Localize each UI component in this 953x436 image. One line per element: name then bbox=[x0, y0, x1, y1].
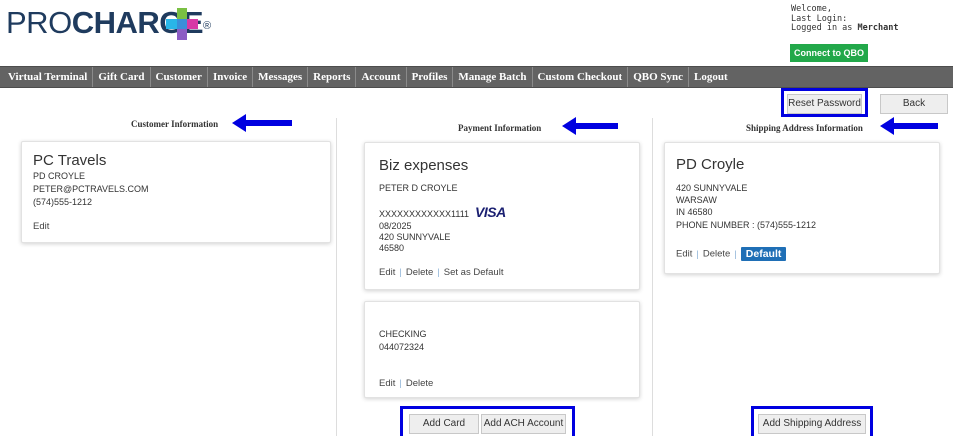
separator: | bbox=[734, 248, 737, 260]
customer-actions: Edit bbox=[33, 221, 49, 232]
nav-logout[interactable]: Logout bbox=[689, 67, 733, 87]
shipping-actions: Edit | Delete | Default bbox=[676, 247, 787, 261]
shipping-street: 420 SUNNYVALE bbox=[676, 183, 748, 193]
card-actions: Edit | Delete | Set as Default bbox=[379, 267, 503, 278]
logged-in-text: Logged in as Merchant bbox=[791, 23, 899, 34]
back-button[interactable]: Back bbox=[880, 94, 948, 114]
card-nickname: Biz expenses bbox=[379, 157, 469, 174]
default-badge: Default bbox=[740, 247, 787, 261]
add-card-button[interactable]: Add Card bbox=[409, 414, 479, 434]
add-ach-account-button[interactable]: Add ACH Account bbox=[481, 414, 566, 434]
arrow-left-icon bbox=[232, 114, 292, 132]
card-billing-zip: 46580 bbox=[379, 243, 405, 253]
main-nav: Virtual Terminal Gift Card Customer Invo… bbox=[0, 66, 953, 88]
shipping-edit-link[interactable]: Edit bbox=[676, 249, 692, 260]
nav-virtual-terminal[interactable]: Virtual Terminal bbox=[3, 67, 94, 87]
nav-reports[interactable]: Reports bbox=[308, 67, 357, 87]
customer-company-name: PC Travels bbox=[33, 152, 107, 169]
shipping-state-zip: IN 46580 bbox=[676, 207, 713, 217]
ach-actions: Edit | Delete bbox=[379, 378, 433, 389]
customer-contact-name: PD CROYLE bbox=[33, 171, 86, 181]
logo-registered-mark: ® bbox=[203, 20, 211, 32]
logged-in-user: Merchant bbox=[857, 23, 899, 33]
card-number: XXXXXXXXXXXX1111 bbox=[379, 209, 470, 219]
connect-to-qbo-button[interactable]: Connect to QBO bbox=[790, 44, 868, 62]
add-shipping-address-button[interactable]: Add Shipping Address bbox=[758, 414, 866, 434]
reset-password-button[interactable]: Reset Password bbox=[787, 94, 862, 114]
customer-edit-link[interactable]: Edit bbox=[33, 221, 49, 232]
separator: | bbox=[437, 267, 440, 278]
logo-plus-icon bbox=[166, 8, 198, 40]
shipping-contact-name: PD Croyle bbox=[676, 156, 745, 173]
nav-custom-checkout[interactable]: Custom Checkout bbox=[533, 67, 629, 87]
ach-delete-link[interactable]: Delete bbox=[406, 378, 433, 389]
welcome-panel: Welcome, Last Login: Logged in as Mercha… bbox=[791, 4, 899, 34]
arrow-left-icon bbox=[562, 117, 618, 135]
shipping-city: WARSAW bbox=[676, 195, 717, 205]
customer-phone: (574)555-1212 bbox=[33, 197, 93, 207]
card-expiry: 08/2025 bbox=[379, 221, 412, 231]
logged-in-label: Logged in as bbox=[791, 23, 853, 33]
nav-account[interactable]: Account bbox=[356, 67, 407, 87]
card-holder-name: PETER D CROYLE bbox=[379, 183, 458, 193]
ach-routing-number: 044072324 bbox=[379, 342, 425, 352]
arrow-left-icon bbox=[880, 117, 938, 135]
separator: | bbox=[399, 267, 402, 278]
card-delete-link[interactable]: Delete bbox=[406, 267, 433, 278]
customer-email: PETER@PCTRAVELS.COM bbox=[33, 184, 149, 194]
ach-account-type: CHECKING bbox=[379, 329, 427, 339]
shipping-phone: PHONE NUMBER : (574)555-1212 bbox=[676, 220, 817, 230]
header: PROCHARGE® Welcome, Last Login: Logged i… bbox=[0, 0, 953, 65]
column-divider bbox=[652, 118, 653, 436]
column-divider bbox=[336, 118, 337, 436]
nav-invoice[interactable]: Invoice bbox=[208, 67, 254, 87]
nav-messages[interactable]: Messages bbox=[253, 67, 309, 87]
shipping-address-card: PD Croyle 420 SUNNYVALE WARSAW IN 46580 … bbox=[664, 142, 940, 274]
customer-info-heading: Customer Information bbox=[131, 119, 219, 129]
visa-logo-icon: VISA bbox=[475, 204, 506, 220]
card-billing-address: 420 SUNNYVALE bbox=[379, 232, 451, 242]
shipping-info-heading: Shipping Address Information bbox=[746, 123, 863, 133]
credit-card-card: Biz expenses PETER D CROYLE XXXXXXXXXXXX… bbox=[364, 142, 640, 290]
customer-card: PC Travels PD CROYLE PETER@PCTRAVELS.COM… bbox=[21, 141, 331, 243]
logo-text-pro: PRO bbox=[6, 5, 72, 40]
separator: | bbox=[696, 248, 699, 260]
nav-manage-batch[interactable]: Manage Batch bbox=[453, 67, 533, 87]
ach-account-card: CHECKING 044072324 Edit | Delete bbox=[364, 301, 640, 398]
nav-profiles[interactable]: Profiles bbox=[407, 67, 454, 87]
ach-edit-link[interactable]: Edit bbox=[379, 378, 395, 389]
nav-gift-card[interactable]: Gift Card bbox=[93, 67, 151, 87]
separator: | bbox=[399, 378, 402, 389]
card-edit-link[interactable]: Edit bbox=[379, 267, 395, 278]
nav-qbo-sync[interactable]: QBO Sync bbox=[628, 67, 690, 87]
nav-customer[interactable]: Customer bbox=[151, 67, 208, 87]
shipping-delete-link[interactable]: Delete bbox=[703, 249, 730, 260]
payment-info-heading: Payment Information bbox=[458, 123, 542, 133]
card-set-default-link[interactable]: Set as Default bbox=[444, 267, 504, 278]
